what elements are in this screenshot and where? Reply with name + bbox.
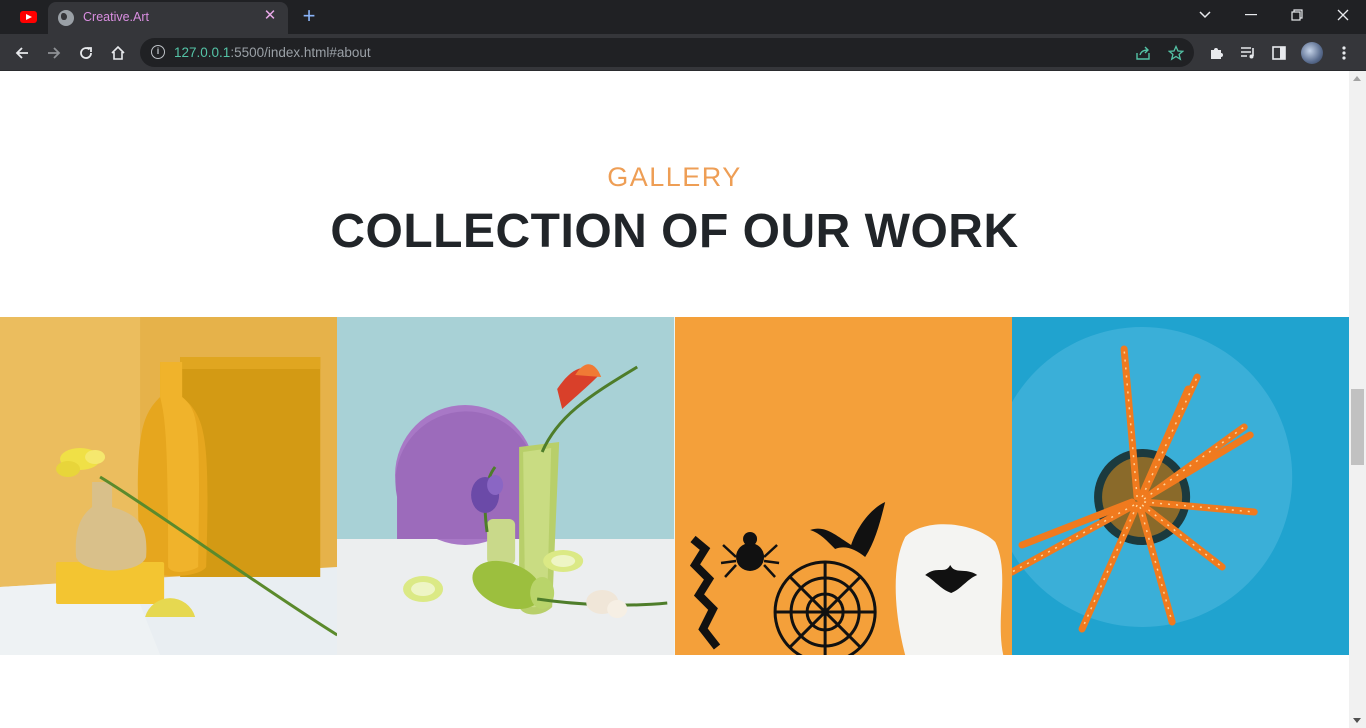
- tab-close-icon[interactable]: ✕: [262, 8, 278, 24]
- scroll-down-arrow-icon[interactable]: [1353, 718, 1361, 723]
- info-icon[interactable]: i: [151, 45, 165, 59]
- gallery-image-yellow-vases[interactable]: [0, 317, 338, 655]
- gallery-image-orange-straws[interactable]: [1011, 317, 1349, 655]
- home-button[interactable]: [104, 39, 132, 67]
- forward-button[interactable]: [40, 39, 68, 67]
- section-eyebrow: GALLERY: [607, 162, 742, 192]
- arrow-right-icon: [48, 47, 61, 59]
- gallery-image-lilac-disc-freesia[interactable]: [337, 317, 675, 655]
- gallery-image-halloween-cutouts[interactable]: [674, 317, 1012, 655]
- back-button[interactable]: [8, 39, 36, 67]
- extensions-button[interactable]: [1202, 39, 1230, 67]
- youtube-tab[interactable]: [10, 6, 46, 28]
- globe-icon: [58, 10, 74, 26]
- playlist-icon: [1241, 47, 1254, 59]
- close-icon: [1337, 9, 1349, 21]
- youtube-icon: [19, 11, 37, 23]
- arrow-left-icon: [15, 47, 28, 59]
- active-tab[interactable]: Creative.Art ✕: [48, 2, 288, 34]
- gallery-grid: [0, 317, 1349, 655]
- url-path: :5500/index.html#about: [230, 45, 371, 60]
- address-bar[interactable]: i 127.0.0.1:5500/index.html#about: [140, 38, 1194, 67]
- restore-icon: [1291, 9, 1303, 21]
- url-text[interactable]: 127.0.0.1:5500/index.html#about: [174, 45, 371, 60]
- reload-icon: [80, 47, 92, 59]
- side-panel-button[interactable]: [1265, 39, 1293, 67]
- page-content: GALLERY COLLECTION OF OUR WORK: [0, 71, 1349, 728]
- reload-button[interactable]: [72, 39, 100, 67]
- side-panel-icon: [1272, 46, 1286, 60]
- section-heading: COLLECTION OF OUR WORK: [330, 205, 1019, 258]
- close-window-button[interactable]: [1320, 0, 1366, 30]
- menu-button[interactable]: [1330, 39, 1358, 67]
- share-icon[interactable]: [1133, 43, 1153, 63]
- kebab-menu-icon: [1342, 46, 1346, 60]
- scroll-up-arrow-icon[interactable]: [1353, 76, 1361, 81]
- home-icon: [111, 45, 125, 60]
- media-control-button[interactable]: [1234, 39, 1262, 67]
- minimize-button[interactable]: [1228, 0, 1274, 30]
- tab-title: Creative.Art: [83, 10, 149, 24]
- tab-strip: Creative.Art ✕ +: [0, 0, 1366, 34]
- chevron-down-icon: [1199, 11, 1211, 19]
- new-tab-button[interactable]: +: [298, 5, 320, 28]
- bookmark-star-icon[interactable]: [1166, 43, 1186, 63]
- url-host: 127.0.0.1: [174, 45, 231, 60]
- page-scrollbar[interactable]: [1349, 71, 1366, 728]
- restore-button[interactable]: [1274, 0, 1320, 30]
- browser-toolbar: i 127.0.0.1:5500/index.html#about: [0, 34, 1366, 71]
- scrollbar-thumb[interactable]: [1351, 389, 1364, 465]
- tab-search-button[interactable]: [1182, 0, 1228, 30]
- profile-avatar[interactable]: [1301, 42, 1323, 64]
- minimize-icon: [1245, 14, 1257, 16]
- puzzle-icon: [1211, 48, 1223, 59]
